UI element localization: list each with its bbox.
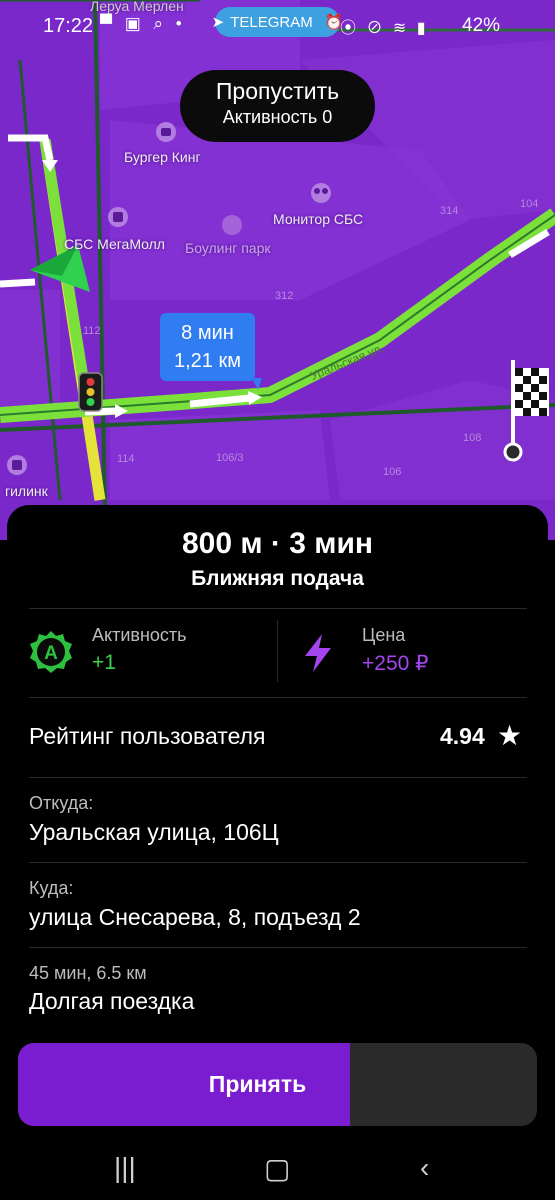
status-notification-icons: ▀ ▣ ⌕ •	[100, 14, 186, 33]
telegram-call-pill[interactable]: ➤ TELEGRAM ⏰	[211, 7, 343, 37]
shop-poi-icon	[108, 207, 128, 227]
order-pickup-type: Ближняя подача	[191, 567, 364, 590]
activity-badge-icon: А	[30, 631, 72, 673]
to-label: Куда:	[29, 878, 74, 898]
map-label-monitor[interactable]: Монитор СБС	[273, 211, 363, 227]
price-value: +250 ₽	[362, 652, 429, 675]
order-distance-time: 800 м · 3 мин	[181, 527, 373, 560]
eta-distance: 1,21 км	[174, 350, 241, 372]
skip-title: Пропустить	[215, 78, 340, 104]
house-number: 106/3	[216, 452, 244, 464]
activity-value: +1	[92, 651, 116, 674]
status-time: 17:22	[43, 15, 94, 37]
map-label-burger-king[interactable]: Бургер Кинг	[124, 149, 201, 165]
rating-label: Рейтинг пользователя	[29, 723, 266, 749]
price-label: Цена	[362, 625, 406, 645]
shop-poi-icon	[7, 455, 27, 475]
battery-level: 42%	[462, 15, 501, 36]
eta-time: 8 мин	[181, 322, 234, 344]
map-label-mall[interactable]: СБС МегаМолл	[64, 236, 165, 252]
map-label-bowling[interactable]: Боулинг парк	[185, 240, 271, 256]
activity-badge-letter: А	[44, 643, 58, 664]
map-label-bottom-left[interactable]: гилинк	[5, 483, 48, 499]
burger-poi-icon	[156, 122, 176, 142]
rating-value: 4.94	[440, 723, 485, 749]
divider	[29, 947, 527, 948]
finish-flag-icon	[503, 360, 549, 462]
skip-subtitle: Активность 0	[222, 107, 333, 127]
to-address: улица Снесарева, 8, подъезд 2	[29, 904, 361, 930]
home-icon[interactable]: ▢	[264, 1152, 290, 1185]
house-number: 108	[463, 432, 482, 444]
telegram-icon: ➤	[211, 14, 225, 31]
divider	[29, 608, 527, 609]
house-number: 312	[275, 290, 294, 302]
accept-label: Принять	[208, 1071, 307, 1097]
back-icon[interactable]: ‹	[420, 1152, 429, 1184]
house-number: 106	[383, 466, 402, 478]
bolt-icon	[305, 634, 331, 672]
house-number: 104	[520, 198, 539, 210]
divider	[29, 862, 527, 863]
activity-label: Активность	[92, 625, 187, 645]
star-icon: ★	[497, 720, 523, 751]
status-bar: 17:22 ▀ ▣ ⌕ • ➤ TELEGRAM ⏰ ⦿ ⊘ ≋ ▮ 42%	[0, 0, 555, 50]
house-number: 114	[117, 453, 135, 465]
system-nav-bar: ||| ▢ ‹	[0, 1140, 555, 1200]
from-label: Откуда:	[29, 793, 94, 813]
divider	[29, 697, 527, 698]
cinema-poi-icon	[311, 183, 331, 203]
car-arrow-icon	[30, 245, 90, 292]
skip-button[interactable]: Пропустить Активность 0	[180, 70, 375, 142]
telegram-label: TELEGRAM	[230, 13, 313, 31]
divider	[29, 777, 527, 778]
house-number: 314	[440, 205, 459, 217]
accept-button[interactable]: Принять	[18, 1043, 537, 1126]
bowling-poi-icon	[222, 215, 242, 235]
route-eta-callout: 8 мин 1,21 км	[160, 313, 255, 381]
recent-apps-icon[interactable]: |||	[114, 1152, 136, 1184]
trip-meta: 45 мин, 6.5 км	[29, 963, 147, 983]
trip-type: Долгая поездка	[29, 988, 195, 1014]
from-address: Уральская улица, 106Ц	[29, 819, 279, 845]
order-sheet: 800 м · 3 мин Ближняя подача А Активност…	[7, 505, 548, 1035]
status-system-icons: ⦿ ⊘ ≋ ▮	[340, 20, 429, 37]
traffic-light-icon	[78, 372, 103, 412]
vertical-divider	[277, 620, 278, 682]
house-number: 112	[83, 325, 101, 337]
